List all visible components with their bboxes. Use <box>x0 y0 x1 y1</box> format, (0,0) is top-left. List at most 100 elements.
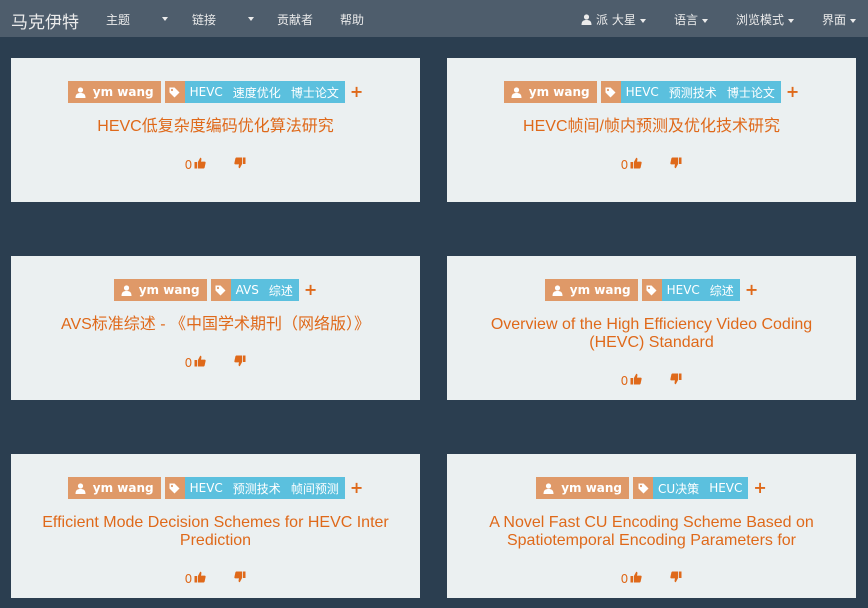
author-badge[interactable]: ym wang <box>113 279 207 301</box>
upvote-button[interactable] <box>630 571 642 586</box>
author-name: ym wang <box>138 283 200 297</box>
author-name: ym wang <box>561 481 623 495</box>
vote-row: 0 <box>447 157 856 172</box>
thumbs-down-icon <box>670 571 682 583</box>
paper-card: ym wang AVS 综述 + AVS标准综述 - 《中国学术期刊（网络版）》 0 <box>11 256 420 400</box>
tag-icon-box <box>600 81 621 103</box>
plus-icon[interactable]: + <box>350 480 363 496</box>
tag-label[interactable]: 综述 <box>269 282 293 299</box>
downvote-button[interactable] <box>670 157 682 172</box>
nav-browse-mode[interactable]: 浏览模式 <box>736 11 795 28</box>
nav-user-menu[interactable]: 派 大星 <box>581 11 646 28</box>
links-dropdown-caret[interactable] <box>248 17 254 21</box>
upvote-button[interactable] <box>630 157 642 172</box>
tag-label[interactable]: 速度优化 <box>233 84 281 101</box>
paper-title[interactable]: Efficient Mode Decision Schemes for HEVC… <box>26 514 405 550</box>
vote-count: 0 <box>184 571 193 586</box>
paper-title[interactable]: Overview of the High Efficiency Video Co… <box>462 316 841 352</box>
card-meta-row: ym wang HEVC 综述 + <box>447 279 856 301</box>
nav-theme[interactable]: 主题 <box>106 11 130 28</box>
tag-label[interactable]: HEVC <box>626 85 659 99</box>
tag-group: HEVC 预测技术 博士论文 <box>600 81 781 103</box>
card-meta-row: ym wang HEVC 预测技术 博士论文 + <box>447 81 856 103</box>
tag-label[interactable]: HEVC <box>709 481 742 495</box>
tag-label[interactable]: 博士论文 <box>727 84 775 101</box>
tag-label[interactable]: AVS <box>236 283 259 297</box>
thumbs-down-icon <box>234 157 246 169</box>
top-navbar: 马克伊特 主题 链接 贡献者 帮助 派 大星 语言 浏览模式 界面 <box>0 0 868 37</box>
tag-icon <box>169 87 180 97</box>
tag-icon <box>605 87 616 97</box>
paper-title[interactable]: HEVC低复杂度编码优化算法研究 <box>26 118 405 136</box>
theme-dropdown-caret[interactable] <box>162 17 168 21</box>
author-badge[interactable]: ym wang <box>544 279 638 301</box>
paper-title[interactable]: HEVC帧间/帧内预测及优化技术研究 <box>462 118 841 136</box>
tag-group: HEVC 速度优化 博士论文 <box>164 81 345 103</box>
browse-mode-label: 浏览模式 <box>736 13 785 27</box>
author-badge[interactable]: ym wang <box>67 81 161 103</box>
downvote-button[interactable] <box>234 571 246 586</box>
downvote-button[interactable] <box>234 157 246 172</box>
plus-icon[interactable]: + <box>753 480 766 496</box>
upvote-button[interactable] <box>194 571 206 586</box>
vote-row: 0 <box>447 373 856 388</box>
nav-help[interactable]: 帮助 <box>340 11 364 28</box>
interface-label: 界面 <box>822 13 847 27</box>
language-dropdown-caret <box>702 18 709 23</box>
paper-title[interactable]: A Novel Fast CU Encoding Scheme Based on… <box>462 514 841 550</box>
paper-title[interactable]: AVS标准综述 - 《中国学术期刊（网络版）》 <box>26 316 405 334</box>
vote-count: 0 <box>184 355 193 370</box>
tag-label[interactable]: 预测技术 <box>669 84 717 101</box>
user-icon <box>552 284 563 296</box>
paper-card: ym wang HEVC 速度优化 博士论文 + HEVC低复杂度编码优化算法研究 0 <box>11 58 420 202</box>
upvote-button[interactable] <box>630 373 642 388</box>
downvote-button[interactable] <box>670 373 682 388</box>
user-icon <box>581 14 592 25</box>
plus-icon[interactable]: + <box>304 282 317 298</box>
card-meta-row: ym wang CU决策 HEVC + <box>447 477 856 499</box>
tag-icon-box <box>210 279 231 301</box>
plus-icon[interactable]: + <box>745 282 758 298</box>
tag-group: HEVC 预测技术 帧间预测 <box>164 477 345 499</box>
tag-label[interactable]: 博士论文 <box>291 84 339 101</box>
tag-label[interactable]: 帧间预测 <box>291 480 339 497</box>
thumbs-up-icon <box>630 157 642 169</box>
author-badge[interactable]: ym wang <box>67 477 161 499</box>
tag-icon <box>638 483 649 493</box>
nav-language[interactable]: 语言 <box>674 11 709 28</box>
author-badge[interactable]: ym wang <box>503 81 597 103</box>
plus-icon[interactable]: + <box>350 84 363 100</box>
tag-label[interactable]: CU决策 <box>658 480 699 497</box>
language-label: 语言 <box>674 13 699 27</box>
tag-group: AVS 综述 <box>210 279 299 301</box>
tag-label[interactable]: 预测技术 <box>233 480 281 497</box>
author-badge[interactable]: ym wang <box>536 477 630 499</box>
tag-label[interactable]: HEVC <box>667 283 700 297</box>
tag-label[interactable]: 综述 <box>710 282 734 299</box>
tag-label[interactable]: HEVC <box>190 481 223 495</box>
nav-interface[interactable]: 界面 <box>822 11 857 28</box>
vote-row: 0 <box>11 157 420 172</box>
nav-contributors[interactable]: 贡献者 <box>277 11 313 28</box>
tag-group: HEVC 综述 <box>641 279 740 301</box>
tag-label[interactable]: HEVC <box>190 85 223 99</box>
tag-icon-box <box>641 279 662 301</box>
downvote-button[interactable] <box>234 355 246 370</box>
tag-group: CU决策 HEVC <box>633 477 749 499</box>
brand-logo[interactable]: 马克伊特 <box>11 8 79 33</box>
nav-links[interactable]: 链接 <box>192 11 216 28</box>
upvote-button[interactable] <box>194 157 206 172</box>
card-meta-row: ym wang AVS 综述 + <box>11 279 420 301</box>
vote-row: 0 <box>11 355 420 370</box>
thumbs-down-icon <box>234 355 246 367</box>
upvote-button[interactable] <box>194 355 206 370</box>
thumbs-down-icon <box>234 571 246 583</box>
paper-card: ym wang HEVC 预测技术 博士论文 + HEVC帧间/帧内预测及优化技术研究 0 <box>447 58 856 202</box>
downvote-button[interactable] <box>670 571 682 586</box>
thumbs-up-icon <box>630 571 642 583</box>
thumbs-up-icon <box>630 373 642 385</box>
tag-list: AVS 综述 <box>230 279 299 301</box>
interface-dropdown-caret <box>850 18 857 23</box>
plus-icon[interactable]: + <box>786 84 799 100</box>
tag-list: HEVC 速度优化 博士论文 <box>184 81 345 103</box>
